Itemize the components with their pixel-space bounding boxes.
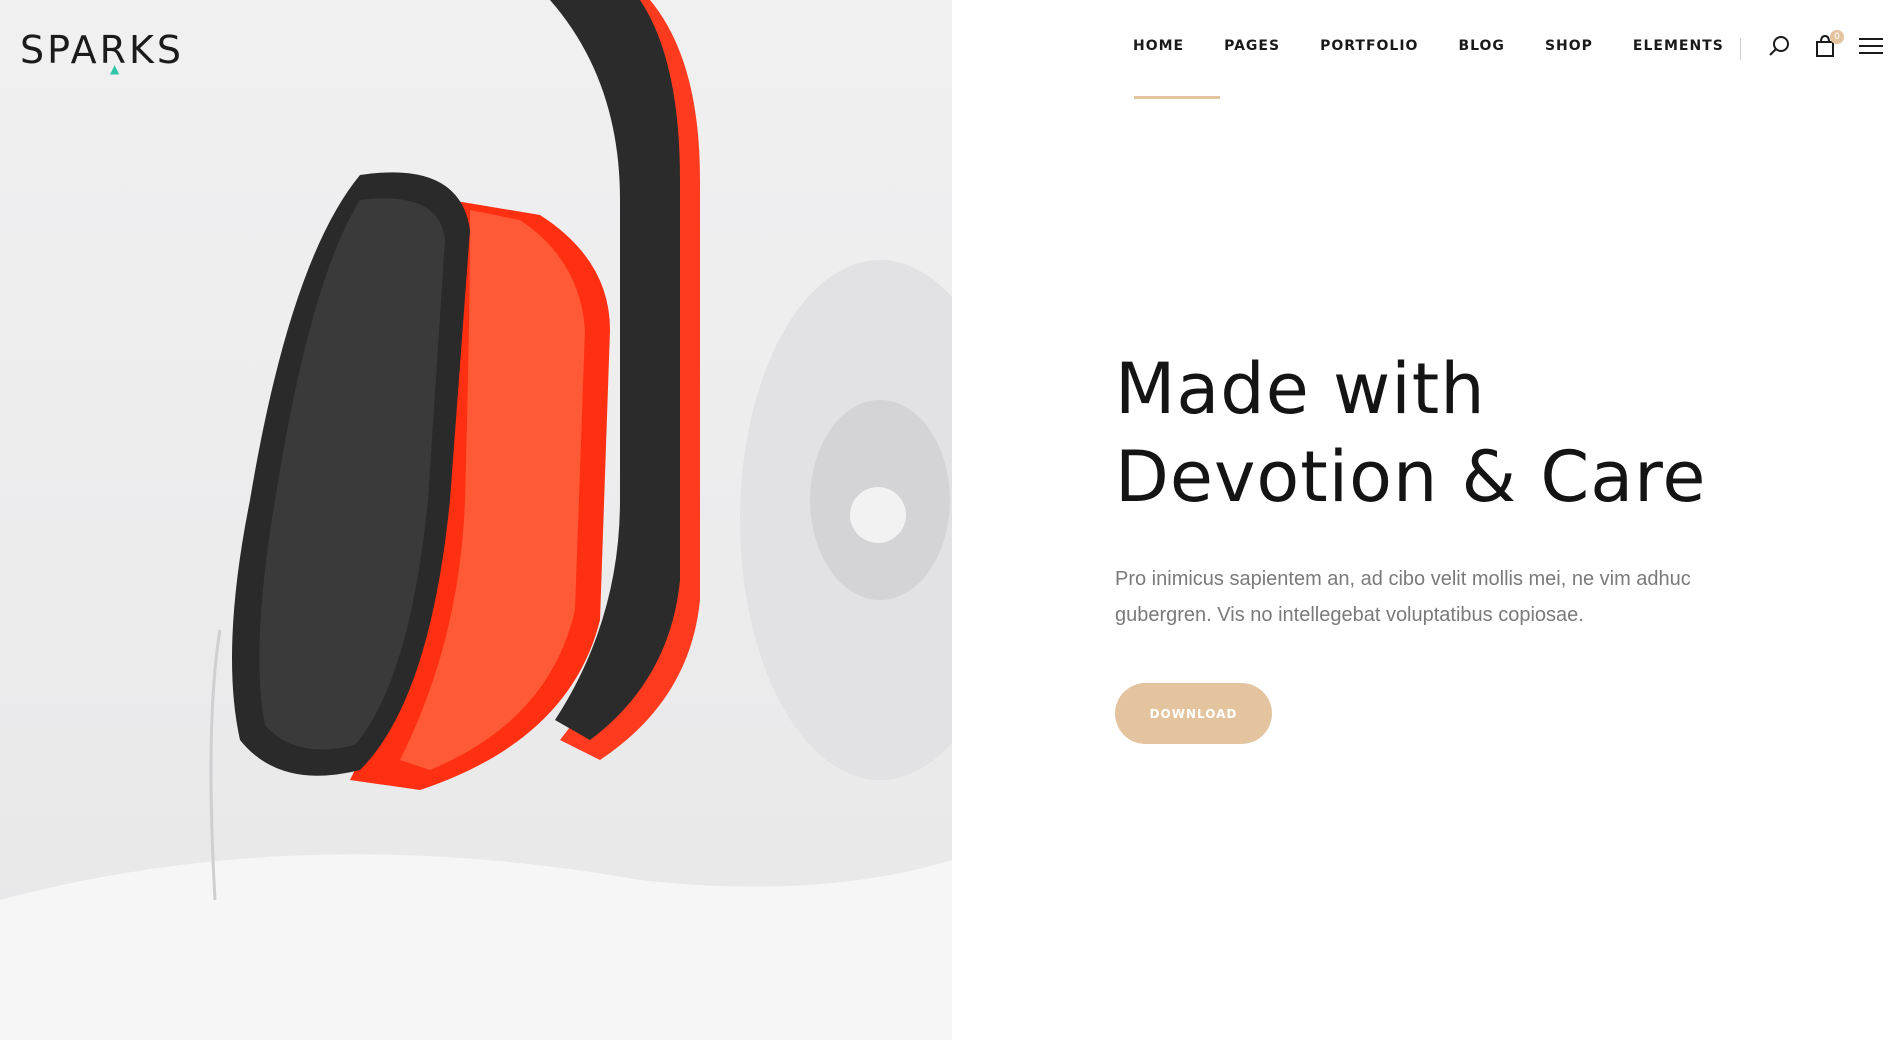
- logo-accent-mark: ▲: [110, 62, 123, 76]
- main-navigation: HOME PAGES PORTFOLIO BLOG SHOP ELEMENTS: [1133, 38, 1724, 54]
- search-icon[interactable]: [1768, 34, 1792, 63]
- download-button[interactable]: DOWNLOAD: [1115, 683, 1272, 744]
- nav-divider: [1740, 38, 1741, 60]
- cart-icon[interactable]: 0: [1814, 30, 1844, 63]
- cart-count-badge: 0: [1830, 30, 1844, 44]
- hero-image: [0, 0, 952, 1040]
- logo-text: SPARKS: [20, 28, 185, 72]
- nav-item-pages[interactable]: PAGES: [1224, 38, 1280, 54]
- nav-item-home[interactable]: HOME: [1133, 38, 1184, 54]
- header-icons: 0: [1768, 30, 1903, 63]
- menu-icon[interactable]: [1858, 36, 1884, 61]
- nav-item-shop[interactable]: SHOP: [1545, 38, 1593, 54]
- active-nav-indicator: [1134, 96, 1220, 99]
- headphone-illustration: [0, 0, 952, 1040]
- nav-item-portfolio[interactable]: PORTFOLIO: [1320, 38, 1418, 54]
- hero-description: Pro inimicus sapientem an, ad cibo velit…: [1115, 568, 1691, 626]
- nav-item-blog[interactable]: BLOG: [1458, 38, 1505, 54]
- site-logo[interactable]: SPARKS ▲: [20, 28, 185, 76]
- hero-title-line1: Made with: [1115, 348, 1486, 430]
- nav-item-elements[interactable]: ELEMENTS: [1633, 38, 1724, 54]
- hero-title-line2: Devotion & Care: [1115, 436, 1707, 518]
- hero-content: Made with Devotion & Care Pro inimicus s…: [1115, 345, 1755, 744]
- hero-title: Made with Devotion & Care: [1115, 345, 1755, 521]
